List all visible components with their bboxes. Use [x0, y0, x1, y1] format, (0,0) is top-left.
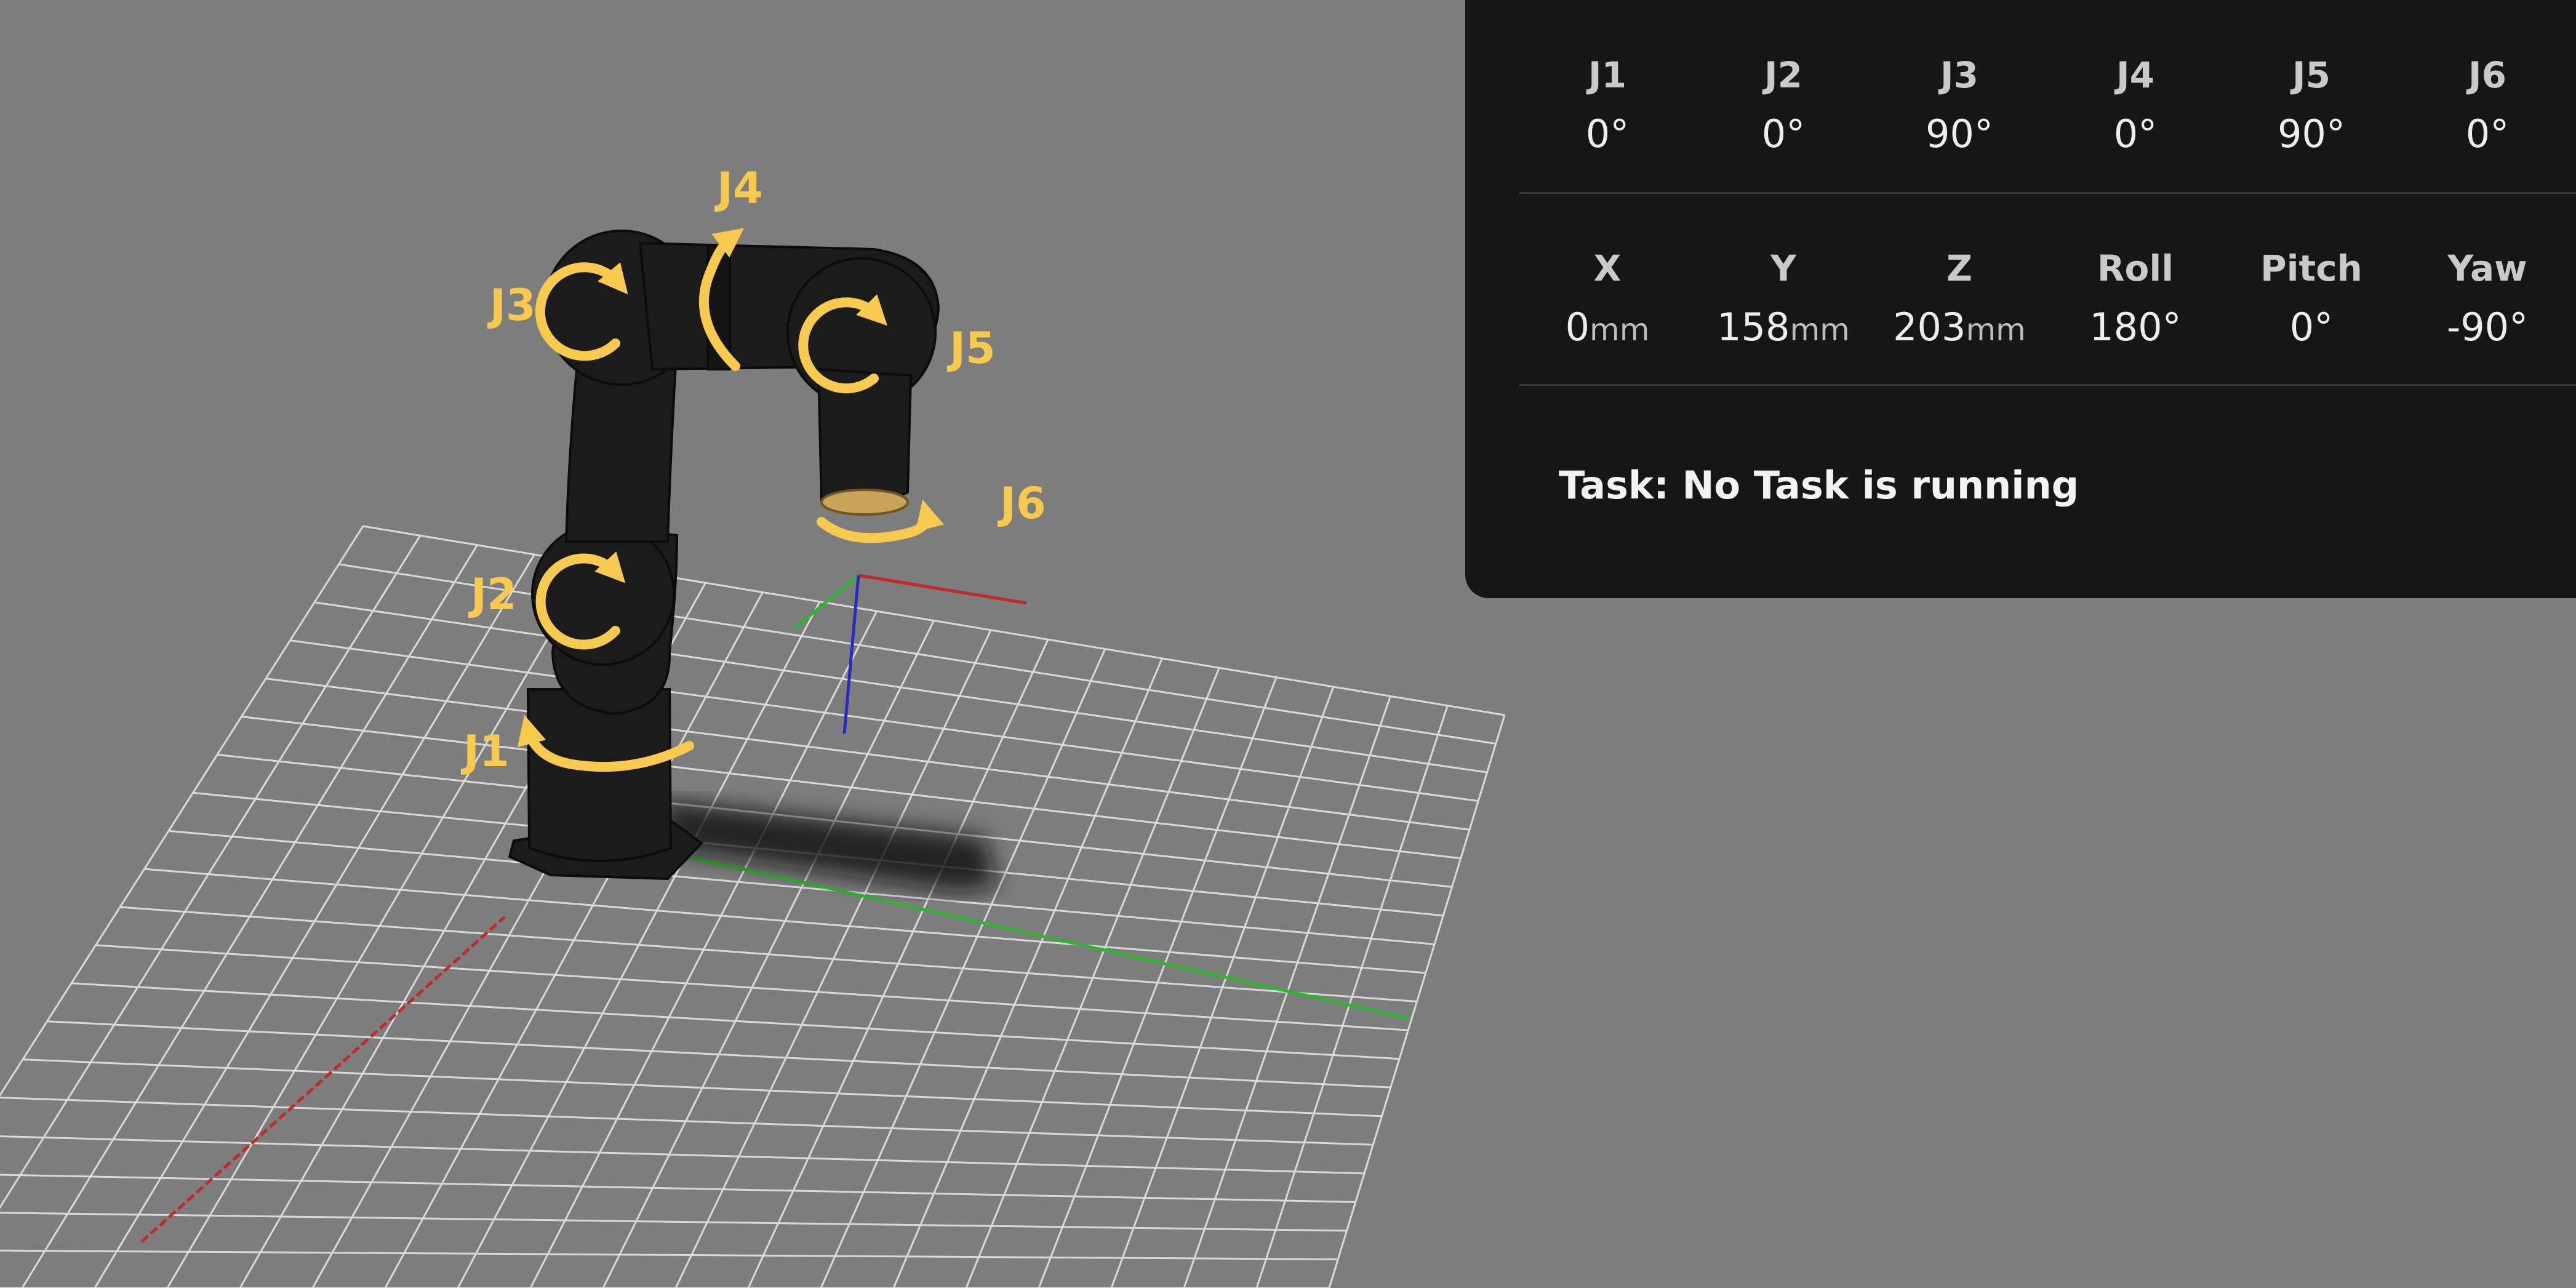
- pose-unit: mm: [1590, 312, 1650, 348]
- pose-value: 0mm: [1519, 295, 1695, 362]
- world-x-axis: [140, 916, 506, 1243]
- joint-header: J6: [2468, 54, 2506, 96]
- pose-header: Pitch: [2260, 247, 2362, 289]
- pose-value: 180°: [2047, 295, 2223, 362]
- pose-cell-yaw: Yaw -90°: [2399, 241, 2575, 362]
- pose-header: Yaw: [2447, 247, 2527, 289]
- pose-number: 203: [1893, 305, 1966, 350]
- joint-header: J2: [1764, 54, 1802, 96]
- joint-cell-j4: J4 0°: [2047, 48, 2223, 166]
- joint-angles-row: J1 0° J2 0° J3 90° J4 0° J5 90° J6 0°: [1519, 48, 2576, 166]
- joint-value: 0°: [1761, 111, 1806, 156]
- pose-number: 180°: [2089, 305, 2182, 350]
- pose-header: Roll: [2097, 247, 2174, 289]
- pose-cell-y: Y 158mm: [1695, 241, 1871, 362]
- grid-line: [0, 1135, 1365, 1175]
- pose-number: -90°: [2446, 305, 2529, 350]
- robot-base: [526, 688, 673, 862]
- joint-header: J5: [2292, 54, 2330, 96]
- joint-value: 0°: [2113, 111, 2158, 156]
- pose-cell-pitch: Pitch 0°: [2223, 241, 2399, 362]
- joint-header: J3: [1940, 54, 1978, 96]
- pose-cell-z: Z 203mm: [1871, 241, 2047, 362]
- pose-cell-x: X 0mm: [1519, 241, 1695, 362]
- j6-rotation-arrow-icon: [817, 499, 945, 543]
- pose-value: 158mm: [1695, 295, 1871, 362]
- pose-header: Z: [1946, 247, 1973, 289]
- joint-cell-j2: J2 0°: [1695, 48, 1871, 166]
- joint-label-j4: J4: [714, 163, 763, 214]
- pose-header: X: [1593, 247, 1622, 289]
- joint-label-j5: J5: [947, 323, 996, 374]
- grid-line: [0, 526, 364, 1097]
- pose-value: -90°: [2399, 295, 2575, 362]
- joint-label-j2: J2: [468, 569, 517, 620]
- joint-value: 90°: [2278, 111, 2345, 156]
- pose-cell-roll: Roll 180°: [2047, 241, 2223, 362]
- tool-z-axis: [842, 575, 860, 734]
- pose-number: 158: [1717, 305, 1790, 350]
- joint-label-j1: J1: [461, 726, 510, 777]
- pose-unit: mm: [1790, 312, 1850, 348]
- joint-label-j3: J3: [487, 280, 536, 330]
- joint-value: 90°: [1926, 111, 1993, 156]
- tool-flange: [820, 489, 909, 516]
- divider: [1519, 384, 2576, 386]
- divider: [1519, 192, 2576, 194]
- pose-header: Y: [1770, 247, 1796, 289]
- joint-cell-j1: J1 0°: [1519, 48, 1695, 166]
- joint-label-j6: J6: [998, 478, 1046, 529]
- joint-header: J1: [1588, 54, 1626, 96]
- joint-cell-j6: J6 0°: [2399, 48, 2575, 166]
- robot-status-panel: J1 0° J2 0° J3 90° J4 0° J5 90° J6 0° X …: [1465, 0, 2576, 598]
- grid-line: [0, 1249, 1338, 1260]
- joint-cell-j3: J3 90°: [1871, 48, 2047, 166]
- floor-grid: [0, 525, 1506, 1288]
- joint-header: J4: [2116, 54, 2154, 96]
- joint-value: 0°: [2465, 111, 2510, 156]
- pose-value: 203mm: [1871, 295, 2047, 362]
- pose-unit: mm: [1966, 312, 2026, 348]
- world-y-axis: [670, 851, 1410, 1020]
- task-status: Task: No Task is running: [1559, 463, 2079, 508]
- pose-number: 0: [1565, 305, 1590, 350]
- cartesian-pose-row: X 0mm Y 158mm Z 203mm Roll 180° Pitch 0°…: [1519, 241, 2576, 362]
- pose-value: 0°: [2223, 295, 2399, 362]
- tool-x-axis: [858, 574, 1027, 605]
- joint-cell-j5: J5 90°: [2223, 48, 2399, 166]
- pose-number: 0°: [2289, 305, 2334, 350]
- joint-value: 0°: [1585, 111, 1630, 156]
- tool-y-axis: [793, 574, 860, 630]
